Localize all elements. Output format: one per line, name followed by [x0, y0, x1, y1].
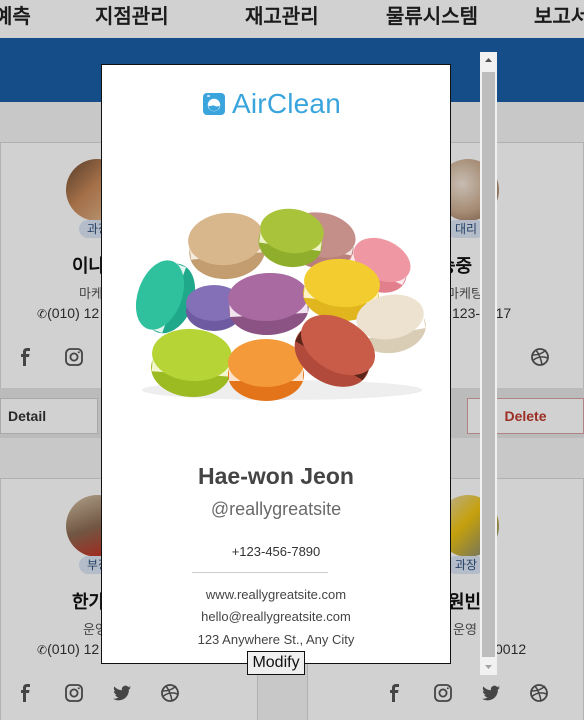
profile-address: 123 Anywhere St., Any City	[197, 632, 355, 647]
modify-button[interactable]: Modify	[247, 651, 305, 675]
macaron	[188, 212, 266, 280]
profile-email[interactable]: hello@reallygreatsite.com	[102, 609, 450, 624]
scroll-down-arrow-icon[interactable]	[480, 658, 497, 675]
divider	[192, 572, 328, 573]
profile-phone: +123-456-7890	[231, 544, 321, 559]
washing-machine-logo-icon	[203, 93, 225, 115]
scrollbar-thumb[interactable]	[482, 72, 495, 657]
airclean-logo: AirClean	[202, 87, 352, 121]
profile-website[interactable]: www.reallygreatsite.com	[102, 587, 450, 602]
macarons-image	[135, 208, 426, 401]
profile-name: Hae-won Jeon	[198, 463, 354, 489]
macaron	[228, 339, 304, 401]
modal-scrollbar[interactable]	[480, 52, 497, 675]
scroll-up-arrow-icon[interactable]	[480, 52, 497, 69]
profile-card-modal: AirClean Hae-won Jeon @reallygreatsite +…	[101, 64, 451, 664]
logo-wordmark: AirClean	[232, 88, 341, 119]
macaron	[228, 272, 309, 336]
profile-handle: @reallygreatsite	[210, 499, 342, 519]
